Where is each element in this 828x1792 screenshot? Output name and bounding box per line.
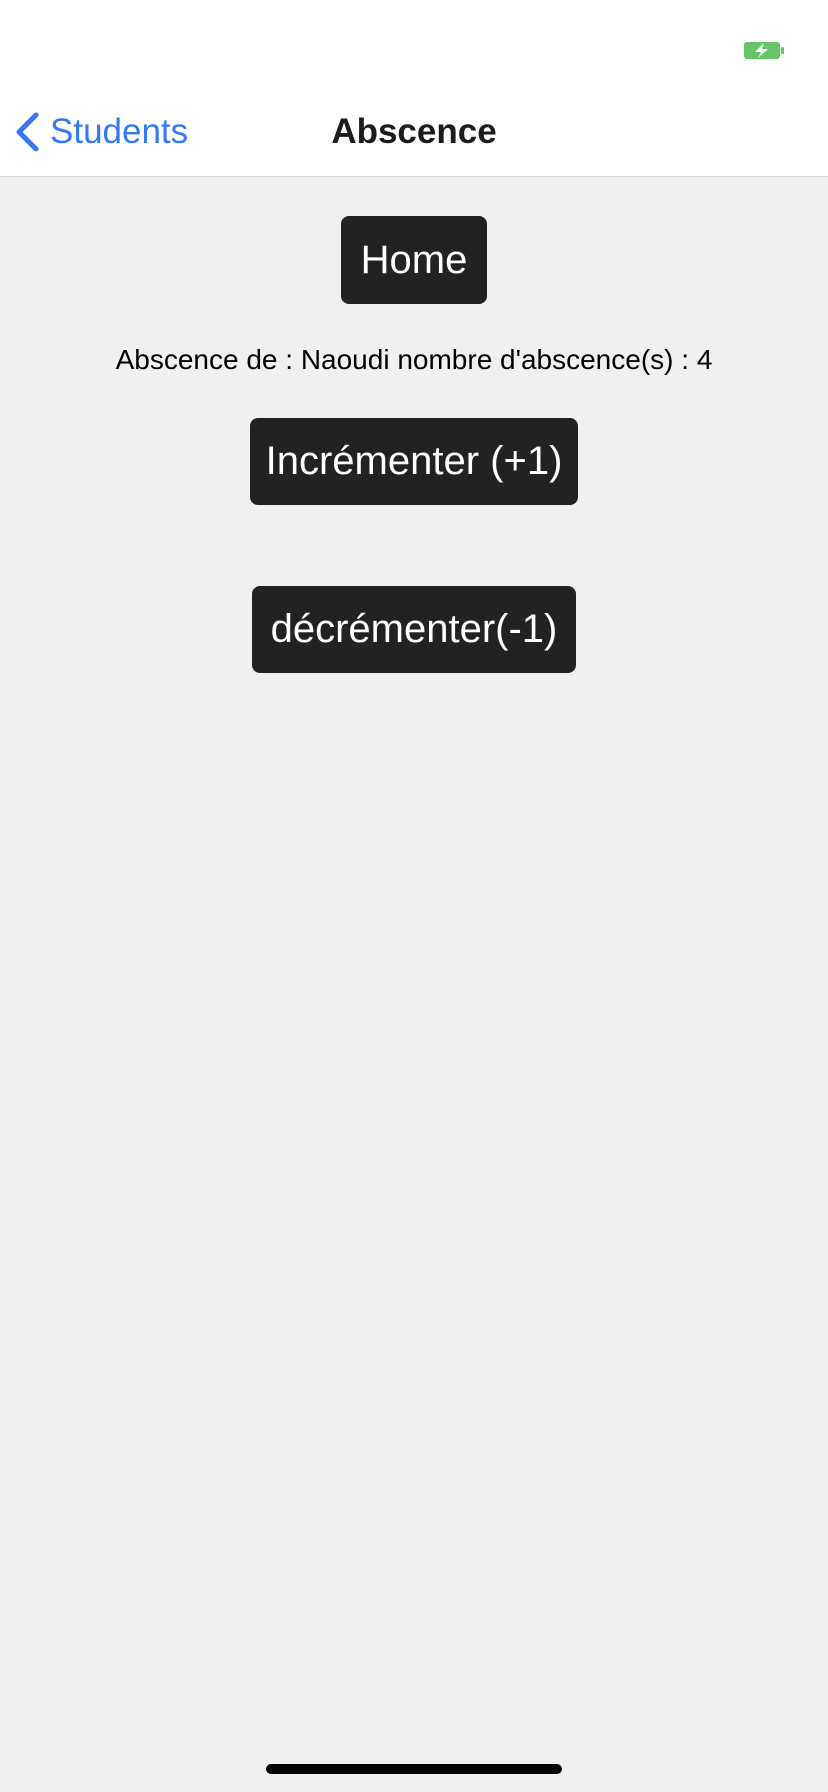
navigation-bar: Students Abscence [0,90,828,177]
home-button[interactable]: Home [341,216,487,304]
back-button[interactable]: Students [14,108,188,156]
absence-count-text: Abscence de : Naoudi nombre d'abscence(s… [115,344,713,375]
decrement-button[interactable]: décrémenter(-1) [252,586,576,673]
increment-button[interactable]: Incrémenter (+1) [250,418,578,505]
home-indicator[interactable] [266,1764,562,1774]
back-button-label: Students [50,112,189,151]
battery-charging-icon [744,42,784,59]
status-bar [0,0,828,90]
chevron-left-icon [16,112,39,152]
